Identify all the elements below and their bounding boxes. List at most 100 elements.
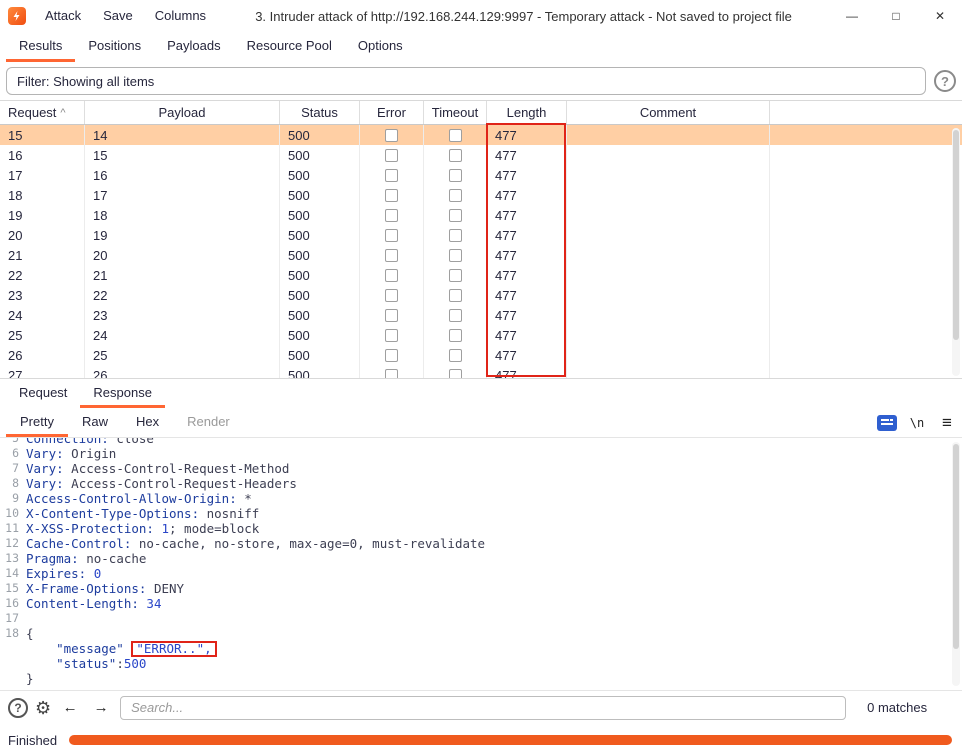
table-row[interactable]: 1716500477 (0, 165, 962, 185)
close-button[interactable]: ✕ (918, 0, 962, 32)
line-number: 18 (0, 626, 26, 641)
table-row[interactable]: 2120500477 (0, 245, 962, 265)
minimize-button[interactable]: — (830, 0, 874, 32)
error-checkbox[interactable] (385, 329, 398, 342)
burp-attack-icon (8, 7, 26, 25)
gear-icon[interactable]: ⚙ (35, 699, 51, 717)
error-checkbox[interactable] (385, 309, 398, 322)
timeout-checkbox[interactable] (449, 249, 462, 262)
editor-scrollbar[interactable] (952, 442, 960, 686)
next-match-icon[interactable]: → (89, 696, 113, 720)
tab-request[interactable]: Request (6, 379, 80, 408)
cell-timeout (424, 225, 487, 245)
table-row[interactable]: 1817500477 (0, 185, 962, 205)
cell-status: 500 (280, 205, 360, 225)
timeout-checkbox[interactable] (449, 269, 462, 282)
timeout-checkbox[interactable] (449, 209, 462, 222)
editor-line: 13Pragma: no-cache (0, 551, 962, 566)
table-row[interactable]: 2625500477 (0, 345, 962, 365)
filter-bar[interactable]: Filter: Showing all items (6, 67, 926, 95)
timeout-checkbox[interactable] (449, 189, 462, 202)
previous-match-icon[interactable]: ← (58, 696, 82, 720)
error-checkbox[interactable] (385, 189, 398, 202)
column-header-error[interactable]: Error (360, 101, 424, 124)
menu-columns[interactable]: Columns (144, 0, 217, 32)
error-checkbox[interactable] (385, 209, 398, 222)
table-row[interactable]: 1514500477 (0, 125, 962, 145)
error-checkbox[interactable] (385, 369, 398, 379)
table-row[interactable]: 1615500477 (0, 145, 962, 165)
tab-render[interactable]: Render (173, 408, 244, 437)
column-header-request[interactable]: Request ^ (0, 101, 85, 124)
show-newlines-icon[interactable]: \n (902, 408, 932, 437)
error-checkbox[interactable] (385, 169, 398, 182)
line-number: 13 (0, 551, 26, 566)
line-content: "status":500 (26, 656, 146, 671)
table-scrollbar[interactable] (952, 128, 960, 376)
tab-payloads[interactable]: Payloads (154, 32, 233, 62)
column-header-payload[interactable]: Payload (85, 101, 280, 124)
main-tab-bar: Results Positions Payloads Resource Pool… (0, 32, 962, 62)
editor-line: 16Content-Length: 34 (0, 596, 962, 611)
timeout-checkbox[interactable] (449, 149, 462, 162)
table-row[interactable]: 2322500477 (0, 285, 962, 305)
tab-options[interactable]: Options (345, 32, 416, 62)
editor-menu-icon[interactable]: ≡ (932, 408, 962, 437)
attack-status-label: Finished (8, 733, 57, 748)
error-checkbox[interactable] (385, 229, 398, 242)
table-row[interactable]: 2019500477 (0, 225, 962, 245)
tab-response[interactable]: Response (80, 379, 165, 408)
editor-search-row: ? ⚙ ← → 0 matches (0, 690, 962, 724)
timeout-checkbox[interactable] (449, 289, 462, 302)
error-checkbox[interactable] (385, 269, 398, 282)
menu-save[interactable]: Save (92, 0, 144, 32)
editor-line: "status":500 (0, 656, 962, 671)
status-bar: Finished (0, 724, 962, 756)
timeout-checkbox[interactable] (449, 329, 462, 342)
timeout-checkbox[interactable] (449, 169, 462, 182)
search-input[interactable] (120, 696, 846, 720)
editor-help-icon[interactable]: ? (8, 698, 28, 718)
error-checkbox[interactable] (385, 129, 398, 142)
cell-status: 500 (280, 145, 360, 165)
tab-positions[interactable]: Positions (75, 32, 154, 62)
cell-status: 500 (280, 225, 360, 245)
table-row[interactable]: 2221500477 (0, 265, 962, 285)
error-checkbox[interactable] (385, 289, 398, 302)
timeout-checkbox[interactable] (449, 349, 462, 362)
cell-status: 500 (280, 345, 360, 365)
line-number: 7 (0, 461, 26, 476)
menu-attack[interactable]: Attack (34, 0, 92, 32)
column-header-comment[interactable]: Comment (567, 101, 770, 124)
timeout-checkbox[interactable] (449, 129, 462, 142)
table-row[interactable]: 1918500477 (0, 205, 962, 225)
view-tabs-spacer (244, 408, 872, 437)
error-checkbox[interactable] (385, 349, 398, 362)
tab-hex[interactable]: Hex (122, 408, 173, 437)
table-scrollbar-thumb[interactable] (953, 130, 959, 340)
tab-raw[interactable]: Raw (68, 408, 122, 437)
response-editor[interactable]: 5Connection: close6Vary: Origin7Vary: Ac… (0, 438, 962, 690)
timeout-checkbox[interactable] (449, 369, 462, 379)
tab-results[interactable]: Results (6, 32, 75, 62)
maximize-button[interactable]: □ (874, 0, 918, 32)
table-row[interactable]: 2726500477 (0, 365, 962, 378)
cell-status: 500 (280, 185, 360, 205)
pretty-print-icon[interactable] (872, 408, 902, 437)
timeout-checkbox[interactable] (449, 229, 462, 242)
column-header-length[interactable]: Length (487, 101, 567, 124)
table-row[interactable]: 2524500477 (0, 325, 962, 345)
help-icon[interactable]: ? (934, 70, 956, 92)
cell-length: 477 (487, 365, 567, 378)
editor-scrollbar-thumb[interactable] (953, 444, 959, 649)
table-row[interactable]: 2423500477 (0, 305, 962, 325)
timeout-checkbox[interactable] (449, 309, 462, 322)
column-header-timeout[interactable]: Timeout (424, 101, 487, 124)
cell-length: 477 (487, 125, 567, 145)
column-header-status[interactable]: Status (280, 101, 360, 124)
tab-resource-pool[interactable]: Resource Pool (234, 32, 345, 62)
error-checkbox[interactable] (385, 249, 398, 262)
cell-length: 477 (487, 285, 567, 305)
error-checkbox[interactable] (385, 149, 398, 162)
tab-pretty[interactable]: Pretty (6, 408, 68, 437)
